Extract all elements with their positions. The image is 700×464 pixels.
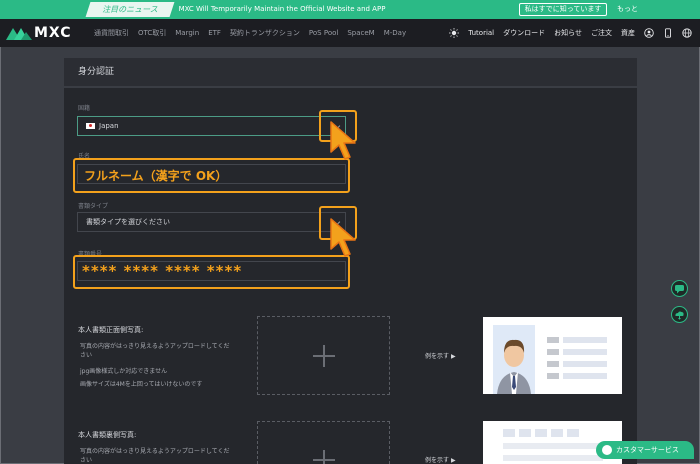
back-example-link[interactable]: 例を示す ▶ — [425, 455, 456, 464]
front-example-label: 例を示す — [425, 353, 450, 360]
notice-tag: 注目のニュース — [85, 2, 175, 17]
customer-service-label: カスタマーサービス — [616, 446, 679, 454]
nav-item-etf[interactable]: ETF — [208, 29, 221, 37]
theme-sun-icon[interactable] — [449, 28, 460, 38]
cloud-download-icon — [675, 311, 684, 320]
globe-icon[interactable] — [682, 28, 692, 38]
front-photo-note: jpg画像様式しか対応できません — [80, 368, 168, 375]
logo[interactable]: MXC — [6, 25, 72, 41]
country-value: Japan — [99, 122, 119, 130]
mobile-app-icon[interactable] — [663, 28, 673, 38]
plus-icon — [323, 345, 325, 367]
back-photo-dropzone[interactable] — [257, 421, 390, 464]
notice-more-link[interactable]: もっと — [617, 0, 638, 19]
doc-type-select[interactable]: 書類タイプを選びください — [77, 212, 346, 232]
back-photo-note: 写真の内容がはっきり見えるようアップロードしてください — [80, 448, 230, 464]
side-chat-button[interactable] — [671, 280, 688, 297]
notice-tag-label: 注目のニュース — [102, 5, 158, 14]
nav-item-spacem[interactable]: SpaceM — [347, 29, 374, 37]
notice-message[interactable]: MXC Will Temporarily Maintain the Offici… — [172, 0, 392, 19]
notice-read-button[interactable]: 私はすでに知っています — [519, 3, 607, 16]
doc-type-label: 書類タイプ — [78, 203, 109, 210]
back-example-label: 例を示す — [425, 457, 450, 464]
nav-item-contract[interactable]: 契約トランザクション — [230, 28, 300, 38]
nav-item-margin[interactable]: Margin — [175, 29, 199, 37]
nav-announcements[interactable]: お知らせ — [554, 28, 582, 38]
country-label: 国籍 — [78, 105, 91, 112]
nav-assets[interactable]: 資産 — [621, 28, 635, 38]
doc-type-value: 書類タイプを選びください — [86, 218, 170, 226]
nav-item-otc[interactable]: OTC取引 — [138, 28, 166, 38]
pointer-cursor-icon — [330, 121, 356, 160]
page-header: 身分認証 — [64, 58, 637, 86]
play-triangle-icon: ▶ — [450, 457, 456, 464]
nav-item-pos-pool[interactable]: PoS Pool — [309, 29, 338, 37]
side-download-button[interactable] — [671, 306, 688, 323]
chat-bubble-icon — [602, 445, 612, 455]
nav-download[interactable]: ダウンロード — [503, 28, 545, 38]
pointer-cursor-icon — [330, 218, 356, 257]
nav-orders[interactable]: ご注文 — [591, 28, 612, 38]
customer-service-button[interactable]: カスタマーサービス — [596, 441, 694, 459]
user-icon[interactable] — [644, 28, 654, 38]
nav-right: Tutorial ダウンロード お知らせ ご注文 資産 — [440, 19, 692, 47]
logo-text: MXC — [34, 25, 72, 41]
back-photo-title: 本人書類裏側写真: — [78, 431, 137, 439]
front-photo-title: 本人書類正面側写真: — [78, 326, 144, 334]
front-example-link[interactable]: 例を示す ▶ — [425, 351, 456, 360]
doc-number-annotation: **** **** **** **** — [82, 262, 243, 280]
id-card-sample-icon — [493, 325, 607, 394]
page-title: 身分認証 — [78, 67, 115, 77]
play-triangle-icon: ▶ — [450, 353, 456, 360]
plus-icon — [323, 450, 325, 464]
front-example-card — [483, 317, 622, 394]
top-nav: MXC 通貨間取引 OTC取引 Margin ETF 契約トランザクション Po… — [0, 19, 700, 47]
nav-item-spot[interactable]: 通貨間取引 — [94, 28, 129, 38]
name-annotation: フルネーム（漢字で OK） — [84, 169, 228, 183]
front-photo-note: 写真の内容がはっきり見えるようアップロードしてください — [80, 343, 230, 359]
logo-mark-icon — [6, 28, 32, 40]
notice-bar: 注目のニュース MXC Will Temporarily Maintain th… — [0, 0, 700, 19]
nav-item-mday[interactable]: M-Day — [384, 29, 406, 37]
nav-menu: 通貨間取引 OTC取引 Margin ETF 契約トランザクション PoS Po… — [94, 19, 415, 47]
chat-bubble-icon — [675, 285, 684, 294]
front-photo-dropzone[interactable] — [257, 316, 390, 395]
country-select[interactable]: Japan — [77, 116, 346, 136]
nav-tutorial[interactable]: Tutorial — [468, 29, 494, 37]
front-photo-note: 画像サイズは4Mを上回ってはいけないのです — [80, 381, 203, 388]
japan-flag-icon — [86, 123, 95, 129]
